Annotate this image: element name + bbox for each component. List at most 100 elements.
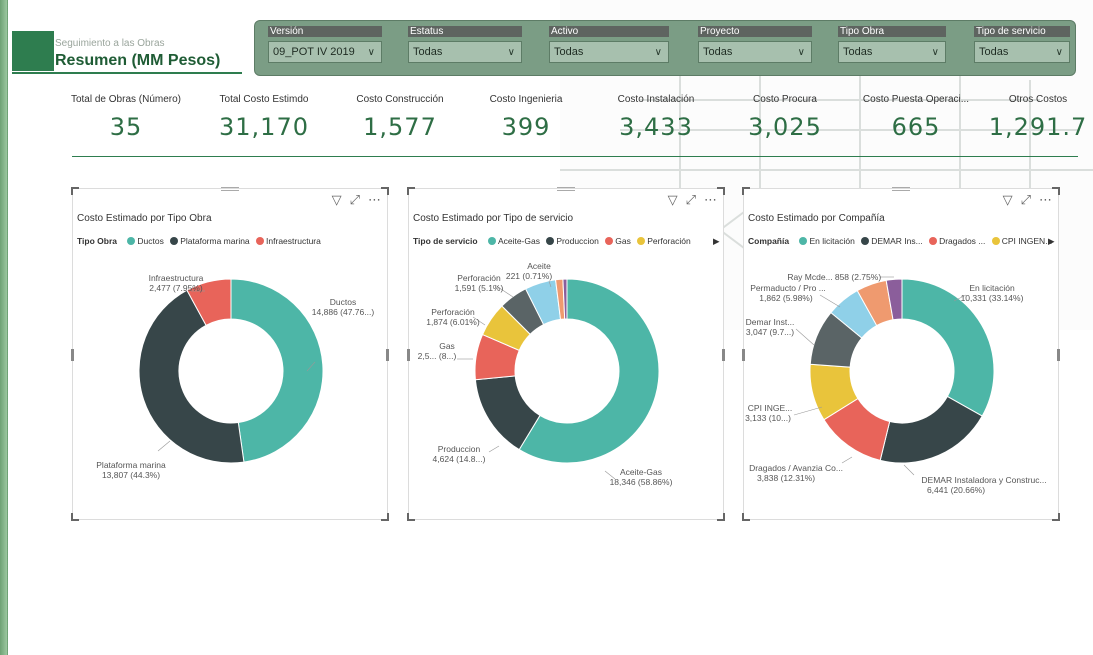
visual-toolbar: ▽ ⤢ ⋯ bbox=[660, 193, 717, 208]
legend-swatch bbox=[605, 237, 614, 245]
corner-handle[interactable] bbox=[1052, 187, 1060, 195]
filter-estatus[interactable]: Estatus Todas ∨ bbox=[408, 26, 522, 68]
focus-mode-icon[interactable]: ⤢ bbox=[350, 193, 360, 208]
drag-grip-icon[interactable] bbox=[221, 187, 239, 191]
corner-handle[interactable] bbox=[742, 187, 750, 195]
filter-estatus-dropdown[interactable]: Todas ∨ bbox=[408, 41, 522, 63]
slice-name-label: Perforación bbox=[457, 273, 501, 283]
filter-version-label: Versión bbox=[268, 26, 382, 37]
chart-legend: Compañía En licitación DEMAR Ins... Drag… bbox=[748, 236, 1055, 247]
filter-proyecto[interactable]: Proyecto Todas ∨ bbox=[698, 26, 812, 68]
kpi-divider bbox=[72, 156, 1078, 157]
filter-activo[interactable]: Activo Todas ∨ bbox=[549, 26, 669, 68]
resize-handle[interactable] bbox=[1057, 349, 1060, 361]
filter-tipo-obra-value: Todas bbox=[843, 46, 873, 58]
filter-version-dropdown[interactable]: 09_POT IV 2019 ∨ bbox=[268, 41, 382, 63]
legend-item[interactable]: Plataforma marina bbox=[180, 236, 249, 246]
corner-handle[interactable] bbox=[407, 513, 415, 521]
more-options-icon[interactable]: ⋯ bbox=[368, 193, 381, 208]
donut-chart-compania[interactable]: En licitación 10,331 (33.14%) DEMAR Inst… bbox=[744, 255, 1060, 515]
legend-item[interactable]: Perforación bbox=[647, 236, 690, 246]
corner-handle[interactable] bbox=[717, 187, 725, 195]
kpi-value: 3,025 bbox=[748, 113, 822, 141]
donut-chart-tipo-obra[interactable]: Ductos 14,886 (47.76...) Plataforma mari… bbox=[73, 255, 389, 515]
resize-handle[interactable] bbox=[386, 349, 389, 361]
filter-icon[interactable]: ▽ bbox=[668, 193, 678, 208]
left-rail bbox=[0, 0, 8, 655]
legend-next-icon[interactable]: ▶ bbox=[713, 236, 720, 247]
legend-swatch bbox=[799, 237, 808, 245]
legend-item[interactable]: DEMAR Ins... bbox=[871, 236, 922, 246]
corner-handle[interactable] bbox=[742, 513, 750, 521]
resize-handle[interactable] bbox=[407, 349, 410, 361]
legend-item[interactable]: Gas bbox=[615, 236, 631, 246]
legend-item[interactable]: Infraestructura bbox=[266, 236, 321, 246]
resize-handle[interactable] bbox=[722, 349, 725, 361]
filter-version[interactable]: Versión 09_POT IV 2019 ∨ bbox=[268, 26, 382, 68]
visual-title: Costo Estimado por Compañía bbox=[748, 213, 885, 224]
corner-handle[interactable] bbox=[717, 513, 725, 521]
visual-tipo-obra[interactable]: ▽ ⤢ ⋯ Costo Estimado por Tipo Obra Tipo Ob… bbox=[71, 187, 389, 521]
focus-mode-icon[interactable]: ⤢ bbox=[1021, 193, 1031, 208]
corner-handle[interactable] bbox=[1052, 513, 1060, 521]
corner-handle[interactable] bbox=[71, 513, 79, 521]
donut-chart-tipo-servicio[interactable]: Aceite-Gas 18,346 (58.86%) Produccion 4,… bbox=[409, 255, 725, 515]
legend-title: Tipo Obra bbox=[77, 236, 117, 246]
kpi-value: 1,577 bbox=[363, 113, 437, 141]
corner-handle[interactable] bbox=[381, 187, 389, 195]
legend-swatch bbox=[487, 237, 496, 245]
slice-name-label: Aceite bbox=[527, 261, 551, 271]
slice-value-label: 3,133 (10...) bbox=[745, 413, 791, 423]
visual-title: Costo Estimado por Tipo de servicio bbox=[413, 213, 574, 224]
kpi-label: Total de Obras (Número) bbox=[70, 94, 182, 105]
visual-tipo-servicio[interactable]: ▽ ⤢ ⋯ Costo Estimado por Tipo de servicio … bbox=[407, 187, 725, 521]
filter-tipo-servicio[interactable]: Tipo de servicio Todas ∨ bbox=[974, 26, 1070, 68]
drag-grip-icon[interactable] bbox=[892, 187, 910, 191]
kpi-label: Total Costo Estimdo bbox=[219, 94, 309, 105]
more-options-icon[interactable]: ⋯ bbox=[704, 193, 717, 208]
slice-value-label: 2,5... (8...) bbox=[418, 351, 457, 361]
legend-item[interactable]: Aceite-Gas bbox=[498, 236, 540, 246]
filter-tipo-servicio-label: Tipo de servicio bbox=[974, 26, 1070, 37]
filter-tipo-obra-label: Tipo Obra bbox=[838, 26, 946, 37]
filter-tipo-obra[interactable]: Tipo Obra Todas ∨ bbox=[838, 26, 946, 68]
chart-legend: Tipo de servicio Aceite-Gas Produccion G… bbox=[413, 236, 720, 246]
legend-item[interactable]: Produccion bbox=[556, 236, 599, 246]
corner-handle[interactable] bbox=[407, 187, 415, 195]
filter-icon[interactable]: ▽ bbox=[1003, 193, 1013, 208]
visual-compania[interactable]: ▽ ⤢ ⋯ Costo Estimado por Compañía Compañía… bbox=[742, 187, 1060, 521]
filter-tipo-servicio-dropdown[interactable]: Todas ∨ bbox=[974, 41, 1070, 63]
legend-item[interactable]: En licitación bbox=[809, 236, 854, 246]
legend-item[interactable]: CPI INGEN... bbox=[1002, 236, 1053, 246]
slice-name-label: Plataforma marina bbox=[96, 460, 166, 470]
chevron-down-icon: ∨ bbox=[367, 47, 375, 58]
filter-proyecto-dropdown[interactable]: Todas ∨ bbox=[698, 41, 812, 63]
legend-swatch bbox=[861, 237, 870, 245]
slice-name-label: En licitación bbox=[969, 283, 1015, 293]
filter-tipo-obra-dropdown[interactable]: Todas ∨ bbox=[838, 41, 946, 63]
legend-item[interactable]: Ductos bbox=[137, 236, 163, 246]
slice-name-label: Infraestructura bbox=[149, 273, 204, 283]
legend-swatch bbox=[637, 237, 646, 245]
corner-handle[interactable] bbox=[381, 513, 389, 521]
focus-mode-icon[interactable]: ⤢ bbox=[686, 193, 696, 208]
slice-value-label: 14,886 (47.76...) bbox=[312, 307, 375, 317]
filter-proyecto-label: Proyecto bbox=[698, 26, 812, 37]
slice-value-label: 4,624 (14.8...) bbox=[433, 454, 486, 464]
drag-grip-icon[interactable] bbox=[557, 187, 575, 191]
legend-item[interactable]: Dragados ... bbox=[939, 236, 985, 246]
slice-value-label: 1,591 (5.1%) bbox=[455, 283, 504, 293]
chevron-down-icon: ∨ bbox=[931, 47, 939, 58]
filter-icon[interactable]: ▽ bbox=[332, 193, 342, 208]
kpi-costo-ingenieria: Costo Ingenieria 399 bbox=[458, 94, 594, 141]
donut-slice[interactable] bbox=[230, 278, 324, 463]
legend-next-icon[interactable]: ▶ bbox=[1048, 236, 1055, 247]
filter-activo-label: Activo bbox=[549, 26, 669, 37]
more-options-icon[interactable]: ⋯ bbox=[1039, 193, 1052, 208]
resize-handle[interactable] bbox=[742, 349, 745, 361]
filter-activo-dropdown[interactable]: Todas ∨ bbox=[549, 41, 669, 63]
corner-handle[interactable] bbox=[71, 187, 79, 195]
kpi-label: Costo Procura bbox=[753, 94, 817, 105]
resize-handle[interactable] bbox=[71, 349, 74, 361]
legend-swatch bbox=[929, 237, 938, 245]
